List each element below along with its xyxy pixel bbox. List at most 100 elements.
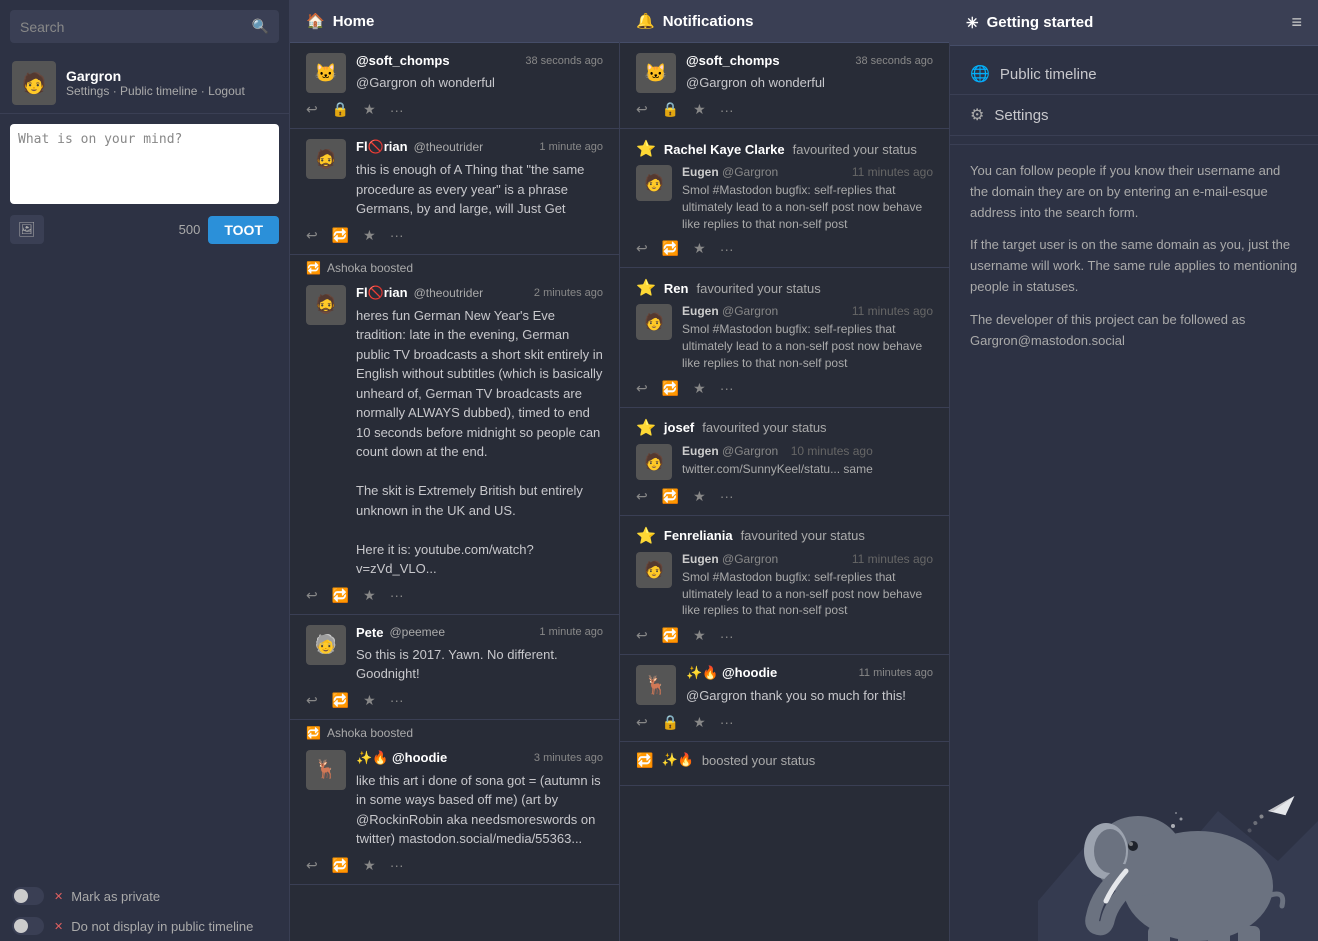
post-actions: ↩ 🔁 ★ ··· bbox=[636, 488, 933, 505]
reply-button[interactable]: ↩ bbox=[306, 587, 318, 604]
reply-button[interactable]: ↩ bbox=[636, 380, 648, 397]
favourite-button[interactable]: ★ bbox=[693, 488, 706, 505]
post-avatar: 🧓 bbox=[306, 625, 346, 665]
boost-bar: 🔁 Ashoka boosted bbox=[290, 720, 619, 740]
boost-icon: 🔁 bbox=[306, 726, 321, 740]
reply-button[interactable]: ↩ bbox=[306, 857, 318, 874]
home-feed[interactable]: 🐱 @soft_chomps 38 seconds ago @Gargron o… bbox=[290, 43, 619, 941]
settings-link[interactable]: Settings bbox=[66, 84, 109, 98]
right-header: ✳ Getting started ≡ bbox=[950, 0, 1318, 46]
post-item: 🧓 Pete @peemee 1 minute ago So this is 2… bbox=[290, 615, 619, 720]
media-button[interactable]: 🖼 bbox=[10, 215, 44, 244]
boost-button[interactable]: 🔁 bbox=[662, 488, 679, 505]
notif-author-line: Eugen @Gargron 11 minutes ago bbox=[682, 304, 933, 318]
reply-button[interactable]: ↩ bbox=[636, 488, 648, 505]
boost-button[interactable]: 🔁 bbox=[332, 692, 349, 709]
boost-button[interactable]: 🔁 bbox=[662, 380, 679, 397]
reply-button[interactable]: ↩ bbox=[636, 101, 648, 118]
favourite-button[interactable]: ★ bbox=[363, 227, 376, 244]
notif-action-label: favourited your status bbox=[702, 420, 826, 435]
user-links: Settings · Public timeline · Logout bbox=[66, 84, 245, 98]
favourite-button[interactable]: ★ bbox=[693, 714, 706, 731]
more-button[interactable]: ··· bbox=[720, 628, 734, 644]
search-icon[interactable]: 🔍 bbox=[252, 18, 269, 35]
help-text-1: You can follow people if you know their … bbox=[970, 161, 1298, 223]
more-button[interactable]: ··· bbox=[720, 714, 734, 730]
reply-button[interactable]: ↩ bbox=[636, 714, 648, 731]
more-button[interactable]: ··· bbox=[390, 692, 404, 708]
post-avatar: 🐱 bbox=[306, 53, 346, 93]
notif-author-line: Eugen @Gargron 11 minutes ago bbox=[682, 552, 933, 566]
more-button[interactable]: ··· bbox=[390, 227, 404, 243]
more-button[interactable]: ··· bbox=[720, 380, 734, 396]
post-actions: ↩ 🔁 ★ ··· bbox=[306, 587, 603, 604]
more-button[interactable]: ··· bbox=[720, 241, 734, 257]
notif-time: 11 minutes ago bbox=[852, 165, 933, 179]
reply-button[interactable]: ↩ bbox=[306, 227, 318, 244]
favourite-button[interactable]: ★ bbox=[693, 627, 706, 644]
favourite-button[interactable]: ★ bbox=[363, 587, 376, 604]
lock-button[interactable]: 🔒 bbox=[662, 101, 679, 118]
reply-button[interactable]: ↩ bbox=[306, 101, 318, 118]
user-info: Gargron Settings · Public timeline · Log… bbox=[66, 68, 245, 98]
no-public-toggle[interactable] bbox=[12, 917, 44, 935]
post-actions: ↩ 🔒 ★ ··· bbox=[636, 714, 933, 731]
favourite-button[interactable]: ★ bbox=[693, 380, 706, 397]
post-author-line: Fl🚫rian @theoutrider 1 minute ago bbox=[356, 139, 603, 155]
mark-private-toggle[interactable] bbox=[12, 887, 44, 905]
post-author-line: Pete @peemee 1 minute ago bbox=[356, 625, 603, 640]
more-button[interactable]: ··· bbox=[390, 857, 404, 873]
notif-author-line: Eugen @Gargron 10 minutes ago bbox=[682, 444, 873, 458]
boost-button[interactable]: 🔁 bbox=[662, 240, 679, 257]
post-header: 🧔 Fl🚫rian @theoutrider 2 minutes ago her… bbox=[306, 285, 603, 579]
reply-button[interactable]: ↩ bbox=[636, 240, 648, 257]
more-button[interactable]: ··· bbox=[720, 102, 734, 118]
notif-post-body: Smol #Mastodon bugfix: self-replies that… bbox=[682, 321, 933, 371]
post-author: Fl🚫rian bbox=[356, 285, 408, 301]
post-meta: ✨🔥 @hoodie 11 minutes ago @Gargron thank… bbox=[686, 665, 933, 706]
favourite-button[interactable]: ★ bbox=[363, 857, 376, 874]
reply-button[interactable]: ↩ bbox=[636, 627, 648, 644]
boost-button[interactable]: 🔁 bbox=[662, 627, 679, 644]
boost-button[interactable]: 🔁 bbox=[332, 857, 349, 874]
home-header: 🏠 Home bbox=[290, 0, 619, 43]
search-input[interactable] bbox=[20, 19, 252, 35]
more-button[interactable]: ··· bbox=[390, 587, 404, 603]
notif-poster: Eugen bbox=[682, 165, 719, 179]
more-button[interactable]: ··· bbox=[390, 102, 404, 118]
post-actions: ↩ 🔁 ★ ··· bbox=[636, 240, 933, 257]
more-button[interactable]: ··· bbox=[720, 488, 734, 504]
lock-button[interactable]: 🔒 bbox=[332, 101, 349, 118]
settings-nav-item[interactable]: ⚙ Settings bbox=[950, 95, 1318, 136]
favourite-button[interactable]: ★ bbox=[363, 692, 376, 709]
favourite-button[interactable]: ★ bbox=[363, 101, 376, 118]
toot-button[interactable]: TOOT bbox=[208, 216, 279, 244]
right-panel: ✳ Getting started ≡ 🌐 Public timeline ⚙ … bbox=[950, 0, 1318, 941]
favourite-button[interactable]: ★ bbox=[693, 101, 706, 118]
favourite-star-icon: ⭐ bbox=[636, 139, 656, 159]
favourite-button[interactable]: ★ bbox=[693, 240, 706, 257]
lock-button[interactable]: 🔒 bbox=[662, 714, 679, 731]
public-timeline-nav-item[interactable]: 🌐 Public timeline bbox=[950, 54, 1318, 95]
boost-button[interactable]: 🔁 bbox=[332, 587, 349, 604]
search-bar[interactable]: 🔍 bbox=[10, 10, 279, 43]
logout-link[interactable]: Logout bbox=[208, 84, 245, 98]
char-count: 500 bbox=[179, 222, 201, 237]
notif-poster: Eugen bbox=[682, 444, 719, 458]
post-avatar: 🧑 bbox=[636, 552, 672, 588]
reply-button[interactable]: ↩ bbox=[306, 692, 318, 709]
post-handle: @theoutrider bbox=[414, 140, 484, 154]
public-timeline-link[interactable]: Public timeline bbox=[120, 84, 197, 98]
boost-button[interactable]: 🔁 bbox=[332, 227, 349, 244]
notif-actor: Ren bbox=[664, 281, 689, 296]
compose-textarea[interactable] bbox=[10, 124, 279, 204]
notif-actor: Fenreliania bbox=[664, 528, 733, 543]
post-avatar: 🧔 bbox=[306, 139, 346, 179]
post-actions: ↩ 🔒 ★ ··· bbox=[636, 101, 933, 118]
hamburger-menu-button[interactable]: ≡ bbox=[1291, 12, 1302, 33]
notif-post: 🧑 Eugen @Gargron 10 minutes ago twitter.… bbox=[636, 444, 933, 480]
notifications-feed[interactable]: 🐱 @soft_chomps 38 seconds ago @Gargron o… bbox=[620, 43, 949, 941]
toggle-x-icon2: ✕ bbox=[54, 920, 63, 933]
notif-mention: 🦌 ✨🔥 @hoodie 11 minutes ago @Gargron tha… bbox=[620, 655, 949, 742]
post-avatar: 🦌 bbox=[636, 665, 676, 705]
